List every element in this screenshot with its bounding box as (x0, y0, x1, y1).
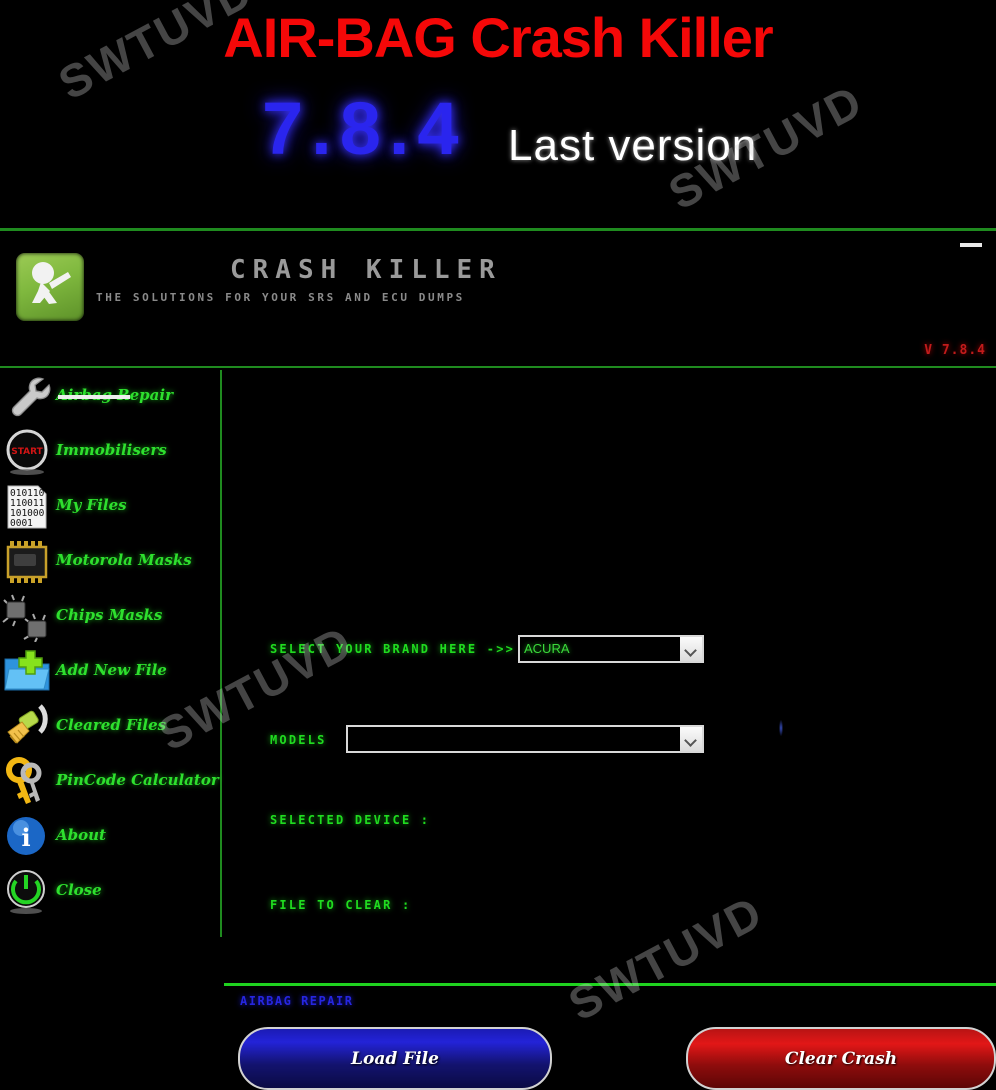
power-icon (2, 867, 52, 917)
brand-select-value: ACURA (524, 641, 570, 656)
sidebar-item-label: Immobilisers (56, 441, 167, 459)
sidebar-item-label: PinCode Calculator (56, 771, 219, 789)
status-indicator-dot (779, 720, 783, 736)
sidebar-item-label: My Files (56, 496, 127, 514)
sidebar-item-label: Cleared Files (56, 716, 167, 734)
sidebar-item-label: Add New File (56, 661, 167, 679)
sidebar-item-label: Motorola Masks (56, 551, 192, 569)
sidebar-item-chips-masks[interactable]: Chips Masks (0, 590, 220, 645)
sidebar-item-motorola-masks[interactable]: Motorola Masks (0, 535, 220, 590)
svg-text:i: i (21, 823, 30, 852)
sidebar: Airbag Repair START Immobilisers 010110 … (0, 370, 222, 937)
banner-title: AIR-BAG Crash Killer (223, 6, 773, 69)
sidebar-item-cleared-files[interactable]: Cleared Files (0, 700, 220, 755)
keys-icon (2, 757, 52, 807)
models-label: MODELS (270, 733, 327, 747)
sidebar-item-close[interactable]: Close (0, 865, 220, 920)
models-select[interactable] (346, 725, 704, 753)
sidebar-item-immobilisers[interactable]: START Immobilisers (0, 425, 220, 480)
svg-text:0001: 0001 (10, 518, 33, 529)
chevron-down-icon[interactable] (680, 727, 702, 751)
select-brand-label: SELECT YOUR BRAND HERE ->> (270, 642, 516, 656)
sidebar-item-label: About (56, 826, 106, 844)
promo-banner: AIR-BAG Crash Killer 7.8.4 Last version … (0, 0, 996, 228)
broom-icon (2, 702, 52, 752)
microchip-icon (2, 537, 52, 587)
sidebar-item-pincode-calculator[interactable]: PinCode Calculator (0, 755, 220, 810)
app-brand-tagline: THE SOLUTIONS FOR YOUR SRS AND ECU DUMPS (96, 291, 465, 304)
binary-file-icon: 010110 110011 101000 0001 (2, 482, 52, 532)
sidebar-item-about[interactable]: i About (0, 810, 220, 865)
sidebar-item-add-new-file[interactable]: Add New File (0, 645, 220, 700)
app-header: CRASH KILLER THE SOLUTIONS FOR YOUR SRS … (0, 231, 996, 368)
load-file-button[interactable]: Load File (238, 1027, 552, 1090)
chips-icon (2, 592, 52, 643)
sidebar-item-label: Chips Masks (56, 606, 163, 624)
sidebar-item-airbag-repair[interactable]: Airbag Repair (0, 370, 220, 425)
crash-dummy-icon (16, 253, 84, 321)
info-icon: i (2, 812, 52, 862)
application-window: CRASH KILLER THE SOLUTIONS FOR YOUR SRS … (0, 228, 996, 1090)
minimize-button[interactable] (960, 243, 982, 247)
banner-version-number: 7.8.4 (262, 87, 467, 170)
status-divider (224, 983, 996, 986)
add-folder-icon (2, 647, 52, 697)
strikethrough-mark (58, 395, 130, 399)
main-panel: SELECT YOUR BRAND HERE ->> ACURA MODELS … (224, 370, 996, 1090)
status-bar-text: AIRBAG REPAIR (240, 994, 354, 1008)
file-to-clear-label: FILE TO CLEAR : (270, 898, 412, 912)
svg-text:START: START (11, 447, 43, 457)
wrench-icon (2, 372, 52, 422)
banner-version-note: Last version (508, 121, 758, 170)
selected-device-label: SELECTED DEVICE : (270, 813, 431, 827)
sidebar-item-my-files[interactable]: 010110 110011 101000 0001 My Files (0, 480, 220, 535)
start-button-icon: START (2, 427, 52, 477)
clear-crash-button[interactable]: Clear Crash (686, 1027, 996, 1090)
chevron-down-icon[interactable] (680, 637, 702, 661)
app-brand-title: CRASH KILLER (230, 255, 502, 285)
app-version-label: V 7.8.4 (924, 343, 986, 358)
brand-select[interactable]: ACURA (518, 635, 704, 663)
sidebar-item-label: Close (56, 881, 102, 899)
